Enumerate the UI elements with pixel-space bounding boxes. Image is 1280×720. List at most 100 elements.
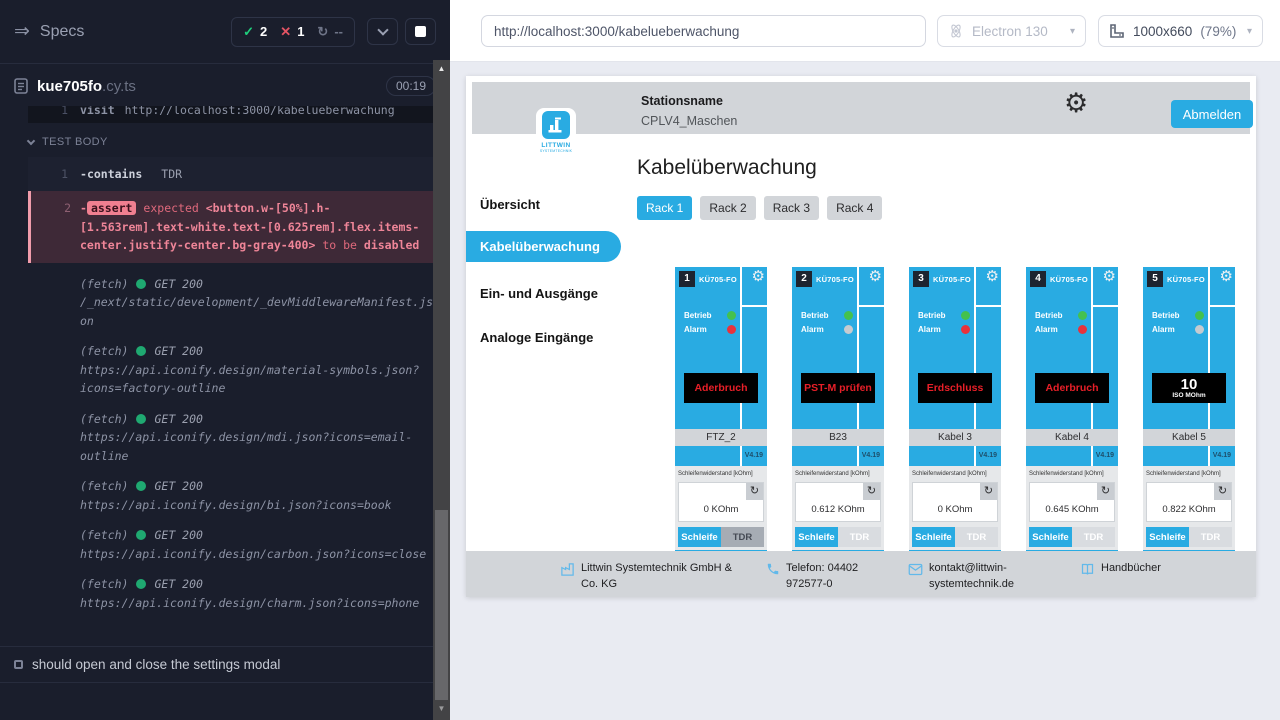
spec-file-row[interactable]: kue705fo .cy.ts 00:19: [0, 64, 450, 106]
tdr-button[interactable]: TDR: [1189, 527, 1232, 547]
specs-title: Specs: [40, 23, 84, 41]
resistance-box: ↻ 0 KOhm: [912, 482, 998, 522]
betrieb-led: [844, 311, 853, 320]
schleife-button[interactable]: Schleife: [912, 527, 955, 547]
betrieb-led: [961, 311, 970, 320]
resistance-label: Schleifenwiderstand [kOhm]: [678, 471, 753, 477]
visit-command-row[interactable]: 1 visit http://localhost:3000/kabelueberw…: [28, 106, 434, 123]
divider: [1093, 305, 1118, 307]
ruler-icon: [1109, 23, 1125, 39]
divider: [857, 267, 859, 429]
tdr-button[interactable]: TDR: [721, 527, 764, 547]
sidebar-item-kabelueberwachung[interactable]: Kabelüberwachung: [466, 231, 621, 262]
scrollbar-thumb[interactable]: [435, 510, 448, 700]
visit-command: visit: [80, 106, 115, 117]
reporter-scrollbar[interactable]: ▲ ▼: [433, 60, 450, 720]
fetch-log-row[interactable]: (fetch)GET 200 https://api.iconify.desig…: [28, 526, 434, 563]
fetch-log-row[interactable]: (fetch)GET 200 https://api.iconify.desig…: [28, 410, 434, 466]
stop-icon: [415, 26, 426, 37]
next-test-row[interactable]: should open and close the settings modal: [0, 646, 433, 683]
company-text: Littwin Systemtechnik GmbH & Co. KG: [581, 561, 736, 593]
sidebar-item-analoge-eingaenge[interactable]: Analoge Eingänge: [480, 330, 593, 345]
logout-button[interactable]: Abmelden: [1171, 100, 1253, 128]
specs-menu-icon[interactable]: ⇒: [14, 20, 30, 43]
url-input[interactable]: [481, 15, 926, 47]
tab-rack-2[interactable]: Rack 2: [700, 196, 755, 220]
tab-rack-3[interactable]: Rack 3: [764, 196, 819, 220]
littwin-logo-icon: [542, 111, 570, 139]
tdr-button[interactable]: TDR: [838, 527, 881, 547]
passed-count: 2: [260, 24, 267, 39]
tdr-button[interactable]: TDR: [1072, 527, 1115, 547]
fetch-log-row[interactable]: (fetch)GET 200 https://api.iconify.desig…: [28, 342, 434, 398]
visit-url: http://localhost:3000/kabelueberwachung: [125, 106, 395, 117]
tab-rack-1[interactable]: Rack 1: [637, 196, 692, 220]
refresh-icon[interactable]: ↻: [980, 483, 997, 500]
footer-company: Littwin Systemtechnik GmbH & Co. KG: [560, 561, 736, 593]
schleife-button[interactable]: Schleife: [678, 527, 721, 547]
fetch-label: (fetch): [80, 275, 128, 294]
tab-rack-4[interactable]: Rack 4: [827, 196, 882, 220]
scroll-down-arrow-icon[interactable]: ▼: [433, 704, 450, 713]
module-gear-icon[interactable]: ⚙: [869, 269, 882, 284]
footer-manuals[interactable]: Handbücher: [1080, 561, 1161, 577]
command-log: 1 contains TDR 2 -assert expected <butto…: [28, 157, 434, 263]
browser-select[interactable]: Electron 130 ▾: [937, 15, 1086, 47]
module-gear-icon[interactable]: ⚙: [752, 269, 765, 284]
success-dot-icon: [136, 279, 146, 289]
refresh-icon[interactable]: ↻: [1097, 483, 1114, 500]
module-number: 2: [796, 271, 812, 287]
settings-gear-icon[interactable]: ⚙: [1064, 90, 1088, 117]
test-stats[interactable]: ✓ 2 ✕ 1 ↻ --: [231, 17, 355, 47]
status-text: Erdschluss: [927, 382, 984, 394]
resistance-value: 0.612 KOhm: [796, 504, 880, 515]
schleife-button[interactable]: Schleife: [795, 527, 838, 547]
fetch-url: https://api.iconify.design/material-symb…: [80, 363, 419, 396]
module-gear-icon[interactable]: ⚙: [1103, 269, 1116, 284]
refresh-icon[interactable]: ↻: [863, 483, 880, 500]
line-number: 2: [31, 199, 71, 218]
status-display: Aderbruch: [1035, 373, 1109, 403]
tdr-button[interactable]: TDR: [955, 527, 998, 547]
module-card-4: 4 KÜ705-FO ⚙ Betrieb Alarm Aderbruch Kab…: [1026, 267, 1118, 559]
resistance-value: 0.645 KOhm: [1030, 504, 1114, 515]
line-number: 1: [28, 106, 68, 117]
betrieb-label: Betrieb: [801, 311, 829, 320]
spec-file-icon: [14, 78, 28, 94]
status-display: 10 ISO MOhm: [1152, 373, 1226, 403]
measurement-section: Schleifenwiderstand [kOhm] ↻ 0.822 KOhm …: [1143, 466, 1235, 550]
fetch-log-row[interactable]: (fetch)GET 200 https://api.iconify.desig…: [28, 477, 434, 514]
divider: [974, 267, 976, 429]
module-gear-icon[interactable]: ⚙: [1220, 269, 1233, 284]
test-body-toggle[interactable]: TEST BODY: [0, 123, 450, 157]
schleife-button[interactable]: Schleife: [1029, 527, 1072, 547]
footer-email[interactable]: kontakt@littwin-systemtechnik.de: [908, 561, 1030, 593]
chevron-down-icon: ▾: [1247, 26, 1252, 37]
module-card-3: 3 KÜ705-FO ⚙ Betrieb Alarm Erdschluss Ka…: [909, 267, 1001, 559]
resistance-value: 0 KOhm: [679, 504, 763, 515]
scroll-up-arrow-icon[interactable]: ▲: [433, 64, 450, 73]
sidebar-item-ein-und-ausgaenge[interactable]: Ein- und Ausgänge: [480, 286, 598, 301]
fetch-log-row[interactable]: (fetch)GET 200 https://api.iconify.desig…: [28, 575, 434, 612]
chevron-down-icon: [377, 24, 388, 35]
refresh-icon[interactable]: ↻: [746, 483, 763, 500]
footer-phone[interactable]: Telefon: 04402 972577-0: [766, 561, 898, 593]
stop-run-button[interactable]: [405, 18, 436, 45]
collapse-button[interactable]: [367, 18, 398, 45]
browser-name: Electron 130: [972, 24, 1048, 39]
assert-failed-row[interactable]: 2 -assert expected <button.w-[50%].h-[1.…: [28, 191, 434, 263]
viewport-size-select[interactable]: 1000x660 (79%) ▾: [1098, 15, 1263, 47]
line-number: 1: [28, 165, 68, 183]
sidebar-item-uebersicht[interactable]: Übersicht: [480, 197, 540, 212]
fetch-log-row[interactable]: (fetch)GET 200 /_next/static/development…: [28, 275, 434, 331]
reload-icon: ↻: [317, 24, 328, 40]
module-gear-icon[interactable]: ⚙: [986, 269, 999, 284]
spec-name: kue705fo: [37, 78, 102, 95]
schleife-button[interactable]: Schleife: [1146, 527, 1189, 547]
page-title: Kabelüberwachung: [637, 156, 817, 180]
contains-command-row[interactable]: 1 contains TDR: [28, 157, 434, 191]
refresh-icon[interactable]: ↻: [1214, 483, 1231, 500]
viewport-zoom: (79%): [1200, 24, 1236, 39]
fetch-label: (fetch): [80, 477, 128, 496]
browser-toolbar: Electron 130 ▾ 1000x660 (79%) ▾: [450, 0, 1280, 62]
